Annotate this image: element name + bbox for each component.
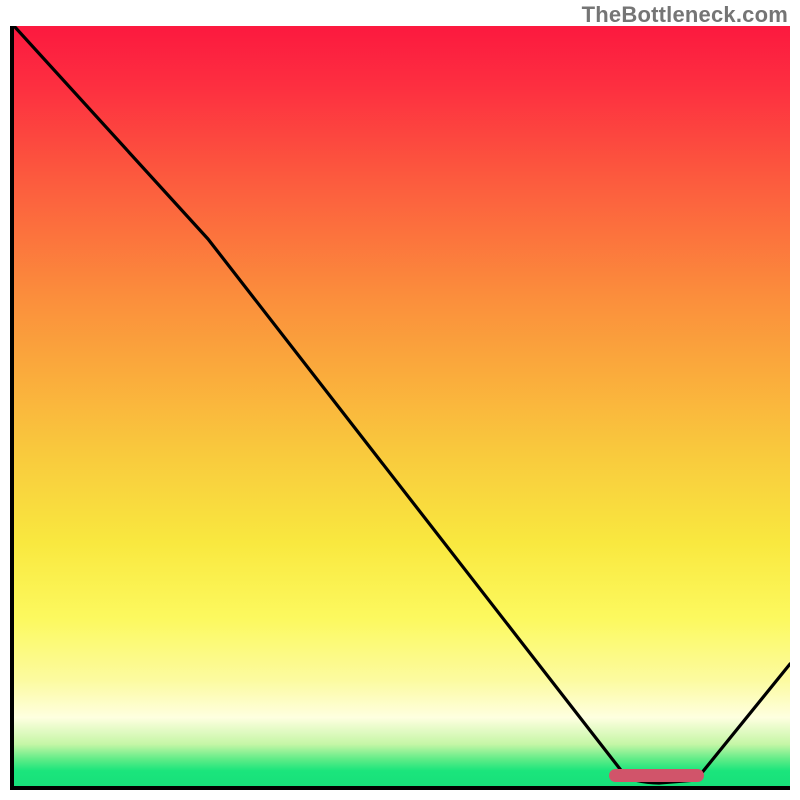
watermark: TheBottleneck.com: [582, 2, 788, 28]
bottleneck-curve-line: [14, 26, 790, 783]
chart-svg: [14, 26, 790, 786]
optimal-range-marker: [609, 769, 704, 782]
plot-area: [14, 26, 790, 786]
